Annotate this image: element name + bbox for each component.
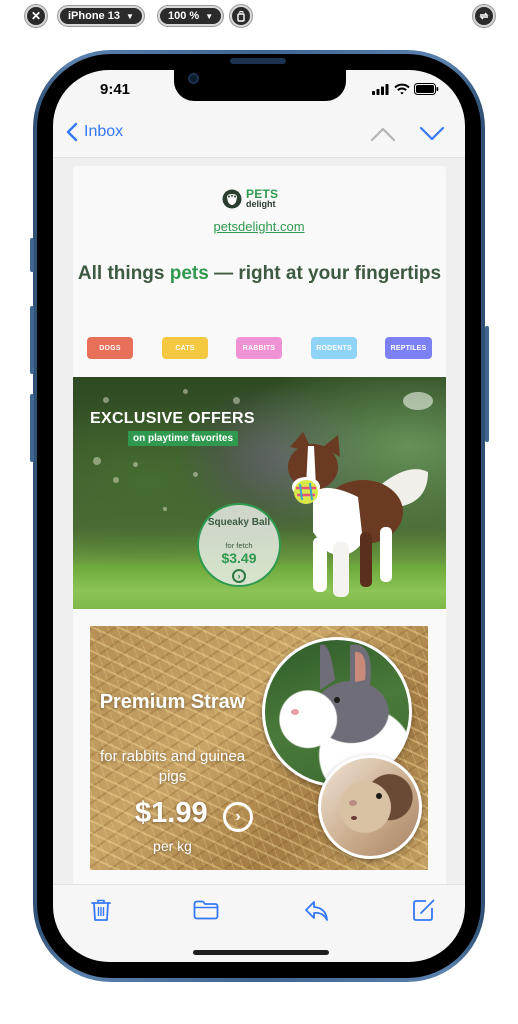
rotate-button[interactable] — [230, 5, 252, 27]
straw-subtitle: for rabbits and guinea pigs — [99, 748, 246, 785]
power-button — [485, 326, 489, 442]
previous-message-button[interactable] — [370, 126, 396, 147]
product-name: Squeaky Ball — [207, 517, 271, 528]
headline-highlight: pets — [169, 263, 209, 284]
delete-button[interactable] — [90, 898, 112, 927]
email-headline: All things pets — right at your fingerti… — [73, 261, 446, 286]
speaker — [230, 58, 286, 64]
close-icon: ✕ — [30, 9, 42, 23]
home-indicator[interactable] — [193, 950, 329, 955]
paw-logo-icon — [222, 189, 242, 208]
back-label: Inbox — [84, 123, 124, 140]
trash-icon — [91, 899, 111, 921]
bokeh-light — [183, 389, 188, 394]
sync-icon — [479, 12, 489, 20]
back-to-inbox-button[interactable]: Inbox — [66, 122, 123, 142]
category-tag-dogs[interactable]: DOGS — [87, 337, 133, 359]
product-description: for fetch — [225, 541, 253, 550]
volume-up-button — [30, 306, 34, 374]
brand-name: PETS delight — [246, 188, 278, 209]
hero-title: EXCLUSIVE OFFERS — [90, 410, 255, 427]
hero-subtitle: on playtime favorites — [128, 431, 239, 446]
chevron-up-icon — [370, 127, 396, 142]
bokeh-light — [193, 472, 198, 477]
notch — [174, 70, 346, 101]
mute-switch — [30, 238, 34, 272]
bokeh-light — [133, 462, 138, 467]
bokeh-light — [403, 392, 433, 410]
close-button[interactable]: ✕ — [25, 5, 47, 27]
caret-down-icon: ▼ — [205, 11, 214, 21]
straw-price: $1.99 — [135, 797, 208, 829]
bokeh-light — [113, 477, 119, 483]
sync-button[interactable] — [473, 5, 495, 27]
chevron-down-icon — [419, 126, 445, 141]
device-select[interactable]: iPhone 13 ▼ — [58, 6, 144, 26]
zoom-select[interactable]: 100 % ▼ — [158, 6, 224, 26]
bokeh-light — [163, 507, 167, 511]
battery-icon — [414, 83, 439, 95]
bokeh-light — [233, 397, 240, 404]
folder-icon — [193, 900, 219, 920]
chevron-right-circle-icon[interactable]: › — [232, 569, 246, 583]
dog-image — [288, 432, 428, 597]
wifi-icon — [394, 83, 410, 95]
device-label: iPhone 13 — [68, 10, 120, 22]
straw-title: Premium Straw — [99, 691, 246, 713]
category-tag-reptiles[interactable]: REPTILES — [385, 337, 432, 359]
volume-down-button — [30, 394, 34, 462]
compose-button[interactable] — [412, 898, 436, 927]
chevron-right-circle-icon[interactable]: › — [223, 802, 253, 832]
reply-button[interactable] — [304, 900, 330, 927]
straw-unit: per kg — [153, 838, 192, 854]
zoom-label: 100 % — [168, 10, 200, 22]
move-to-folder-button[interactable] — [193, 900, 219, 925]
product-price: $3.49 — [221, 550, 257, 566]
reply-icon — [305, 901, 328, 921]
simulator-toolbar: ✕ iPhone 13 ▼ 100 % ▼ — [0, 0, 518, 34]
headline-part-2: — right at your fingertips — [208, 263, 442, 284]
status-time: 9:41 — [100, 81, 131, 98]
squeaky-ball-offer[interactable]: Squeaky Ball for fetch $3.49 › — [197, 503, 281, 587]
bokeh-light — [103, 397, 109, 403]
category-tag-cats[interactable]: CATS — [162, 337, 208, 359]
category-tag-rabbits[interactable]: RABBITS — [236, 337, 282, 359]
nav-divider — [53, 157, 465, 158]
chevron-left-icon — [66, 122, 78, 142]
bokeh-light — [93, 457, 101, 465]
front-camera — [188, 73, 199, 84]
status-icons — [372, 83, 439, 95]
cellular-signal-icon — [372, 83, 389, 95]
brand-logo[interactable]: PETS delight — [222, 188, 278, 209]
guinea-pig-face-icon — [349, 793, 382, 820]
brand-name-bottom: delight — [246, 199, 276, 209]
website-link[interactable]: petsdelight.com — [0, 219, 518, 234]
rotate-icon — [237, 10, 245, 22]
guinea-pig-photo — [318, 755, 422, 859]
compose-icon — [413, 899, 435, 921]
next-message-button[interactable] — [419, 126, 445, 147]
category-tag-rodents[interactable]: RODENTS — [311, 337, 357, 359]
caret-down-icon: ▼ — [125, 11, 134, 21]
toolbar-divider — [53, 884, 465, 885]
headline-part-1: All things — [77, 263, 170, 284]
